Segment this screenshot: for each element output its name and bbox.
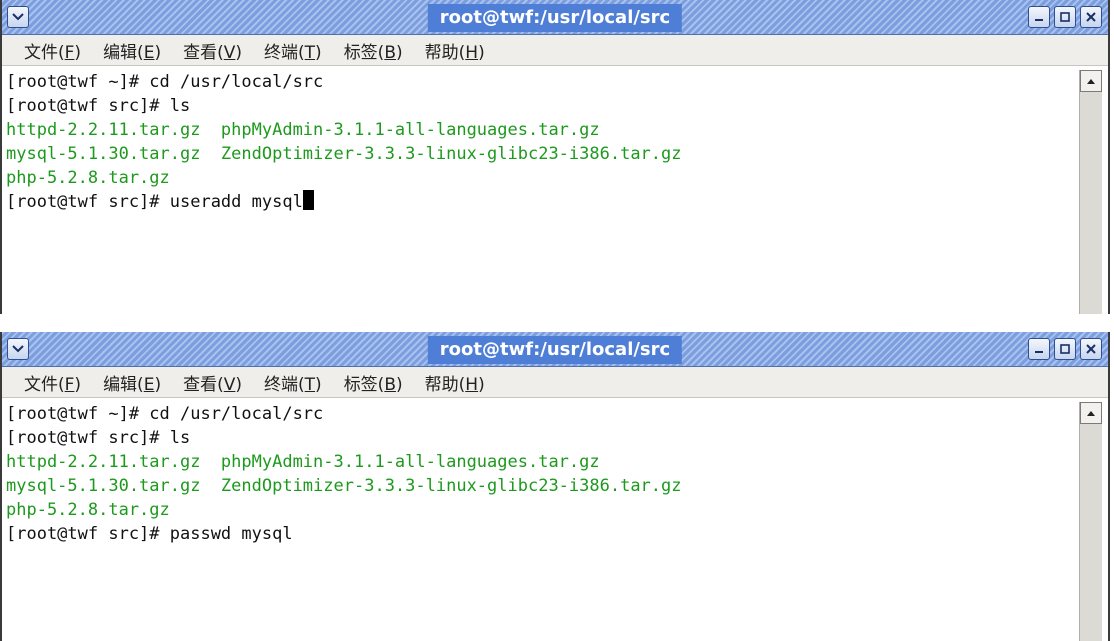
close-icon[interactable] [1080, 338, 1102, 360]
terminal-line: [root@twf src]# ls [6, 96, 191, 116]
menu-edit[interactable]: 编辑(E) [103, 38, 161, 63]
prompt-command: [root@twf src]# useradd mysql [6, 192, 303, 212]
terminal-prompt-line: [root@twf src]# useradd mysql [6, 190, 1108, 214]
scroll-up-arrow-icon[interactable] [1080, 402, 1102, 424]
terminal-line: mysql-5.1.30.tar.gz ZendOptimizer-3.3.3-… [6, 476, 682, 496]
terminal-line: httpd-2.2.11.tar.gz phpMyAdmin-3.1.1-all… [6, 120, 600, 140]
titlebar[interactable]: root@twf:/usr/local/src [2, 332, 1108, 367]
terminal-window-useradd: root@twf:/usr/local/src 文件(F) 编辑(E) 查看(V… [0, 0, 1110, 314]
menubar: 文件(F) 编辑(E) 查看(V) 终端(T) 标签(B) 帮助(H) [2, 35, 1108, 66]
menu-terminal[interactable]: 终端(T) [264, 38, 322, 63]
scrollbar[interactable] [1079, 70, 1102, 314]
window-title: root@twf:/usr/local/src [427, 336, 683, 364]
terminal-line: php-5.2.8.tar.gz [6, 168, 170, 188]
terminal-line: [root@twf ~]# cd /usr/local/src [6, 404, 324, 424]
menu-view[interactable]: 查看(V) [183, 38, 242, 63]
menu-help[interactable]: 帮助(H) [425, 38, 485, 63]
menu-file[interactable]: 文件(F) [24, 370, 81, 395]
scrollbar[interactable] [1079, 402, 1102, 641]
terminal-line: [root@twf ~]# cd /usr/local/src [6, 72, 324, 92]
window-menu-icon[interactable] [7, 6, 29, 28]
terminal-line: httpd-2.2.11.tar.gz phpMyAdmin-3.1.1-all… [6, 452, 600, 472]
menu-terminal[interactable]: 终端(T) [264, 370, 322, 395]
close-icon[interactable] [1080, 6, 1102, 28]
terminal-output[interactable]: [root@twf ~]# cd /usr/local/src [root@tw… [2, 66, 1108, 314]
terminal-line: mysql-5.1.30.tar.gz ZendOptimizer-3.3.3-… [6, 144, 682, 164]
window-title: root@twf:/usr/local/src [427, 4, 683, 32]
menu-tabs[interactable]: 标签(B) [344, 370, 403, 395]
terminal-prompt-line: [root@twf src]# passwd mysql [6, 524, 293, 544]
menu-file[interactable]: 文件(F) [24, 38, 81, 63]
window-menu-icon[interactable] [7, 338, 29, 360]
minimize-icon[interactable] [1028, 338, 1050, 360]
text-cursor [302, 190, 314, 210]
maximize-icon[interactable] [1054, 338, 1076, 360]
menu-edit[interactable]: 编辑(E) [103, 370, 161, 395]
titlebar[interactable]: root@twf:/usr/local/src [2, 0, 1108, 35]
minimize-icon[interactable] [1028, 6, 1050, 28]
maximize-icon[interactable] [1054, 6, 1076, 28]
menu-help[interactable]: 帮助(H) [425, 370, 485, 395]
menu-tabs[interactable]: 标签(B) [344, 38, 403, 63]
terminal-output[interactable]: [root@twf ~]# cd /usr/local/src [root@tw… [2, 398, 1108, 641]
terminal-window-passwd: root@twf:/usr/local/src 文件(F) 编辑(E) 查看(V… [0, 332, 1110, 641]
scroll-up-arrow-icon[interactable] [1080, 70, 1102, 92]
menubar: 文件(F) 编辑(E) 查看(V) 终端(T) 标签(B) 帮助(H) [2, 367, 1108, 398]
terminal-line: php-5.2.8.tar.gz [6, 500, 170, 520]
terminal-line: [root@twf src]# ls [6, 428, 191, 448]
menu-view[interactable]: 查看(V) [183, 370, 242, 395]
